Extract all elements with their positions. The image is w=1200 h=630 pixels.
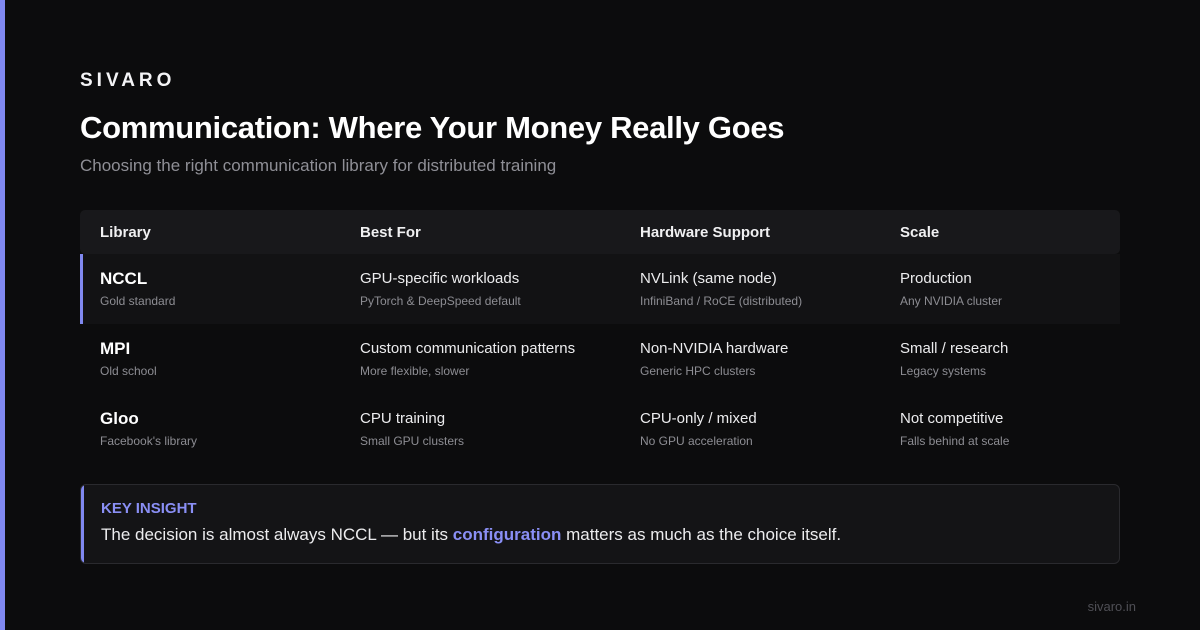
header-scale: Scale <box>900 224 940 241</box>
hardware-note: Generic HPC clusters <box>640 364 756 378</box>
hardware-value: CPU-only / mixed <box>640 410 757 427</box>
scale-note: Legacy systems <box>900 364 987 378</box>
hardware-value: NVLink (same node) <box>640 270 777 287</box>
cell-scale: Small / research Legacy systems <box>900 340 1008 378</box>
insight-text-after: matters as much as the choice itself. <box>561 525 842 544</box>
best-for-note: More flexible, slower <box>360 364 470 378</box>
scale-value: Small / research <box>900 340 1009 357</box>
scale-value: Production <box>900 270 972 287</box>
brand-logo: SIVARO <box>80 70 176 91</box>
header-library: Library <box>100 224 151 241</box>
insight-label: KEY INSIGHT <box>101 500 197 517</box>
library-name: NCCL <box>100 269 148 288</box>
hardware-note: InfiniBand / RoCE (distributed) <box>640 294 803 308</box>
best-for-value: CPU training <box>360 410 446 427</box>
best-for-note: Small GPU clusters <box>360 434 465 448</box>
hardware-note: No GPU acceleration <box>640 434 753 448</box>
library-name: Gloo <box>100 409 139 428</box>
library-note: Facebook's library <box>100 434 197 448</box>
cell-library: Gloo Facebook's library <box>100 409 197 449</box>
table-row: NCCL Gold standard GPU-specific workload… <box>80 254 1120 324</box>
header-hardware-support: Hardware Support <box>640 224 771 241</box>
hardware-value: Non-NVIDIA hardware <box>640 340 789 357</box>
left-accent-bar <box>0 0 5 630</box>
scale-note: Falls behind at scale <box>900 434 1010 448</box>
best-for-note: PyTorch & DeepSpeed default <box>360 294 521 308</box>
cell-scale: Production Any NVIDIA cluster <box>900 270 1002 308</box>
cell-hardware: CPU-only / mixed No GPU acceleration <box>640 410 757 448</box>
insight-text-before: The decision is almost always NCCL — but… <box>101 525 453 544</box>
table-header: Library Best For Hardware Support Scale <box>80 210 1120 254</box>
cell-best-for: CPU training Small GPU clusters <box>360 410 464 448</box>
cell-hardware: Non-NVIDIA hardware Generic HPC clusters <box>640 340 788 378</box>
cell-library: MPI Old school <box>100 339 157 379</box>
library-note: Old school <box>100 364 157 378</box>
key-insight-callout: KEY INSIGHT The decision is almost alway… <box>80 484 1120 564</box>
comparison-table: Library Best For Hardware Support Scale … <box>80 210 1120 464</box>
page-title: Communication: Where Your Money Really G… <box>80 110 785 145</box>
header-best-for: Best For <box>360 224 421 241</box>
scale-value: Not competitive <box>900 410 1004 427</box>
table-row: Gloo Facebook's library CPU training Sma… <box>80 394 1120 464</box>
footer-url: sivaro.in <box>1087 599 1136 614</box>
insight-text: The decision is almost always NCCL — but… <box>101 525 841 545</box>
cell-library: NCCL Gold standard <box>100 269 176 309</box>
library-note: Gold standard <box>100 294 176 308</box>
library-name: MPI <box>100 339 131 358</box>
page-subtitle: Choosing the right communication library… <box>80 156 557 175</box>
cell-best-for: Custom communication patterns More flexi… <box>360 340 575 378</box>
best-for-value: GPU-specific workloads <box>360 270 520 287</box>
scale-note: Any NVIDIA cluster <box>900 294 1003 308</box>
best-for-value: Custom communication patterns <box>360 340 576 357</box>
insight-highlight: configuration <box>452 525 562 544</box>
cell-hardware: NVLink (same node) InfiniBand / RoCE (di… <box>640 270 802 308</box>
table-row: MPI Old school Custom communication patt… <box>80 324 1120 394</box>
cell-scale: Not competitive Falls behind at scale <box>900 410 1009 448</box>
cell-best-for: GPU-specific workloads PyTorch & DeepSpe… <box>360 270 521 308</box>
